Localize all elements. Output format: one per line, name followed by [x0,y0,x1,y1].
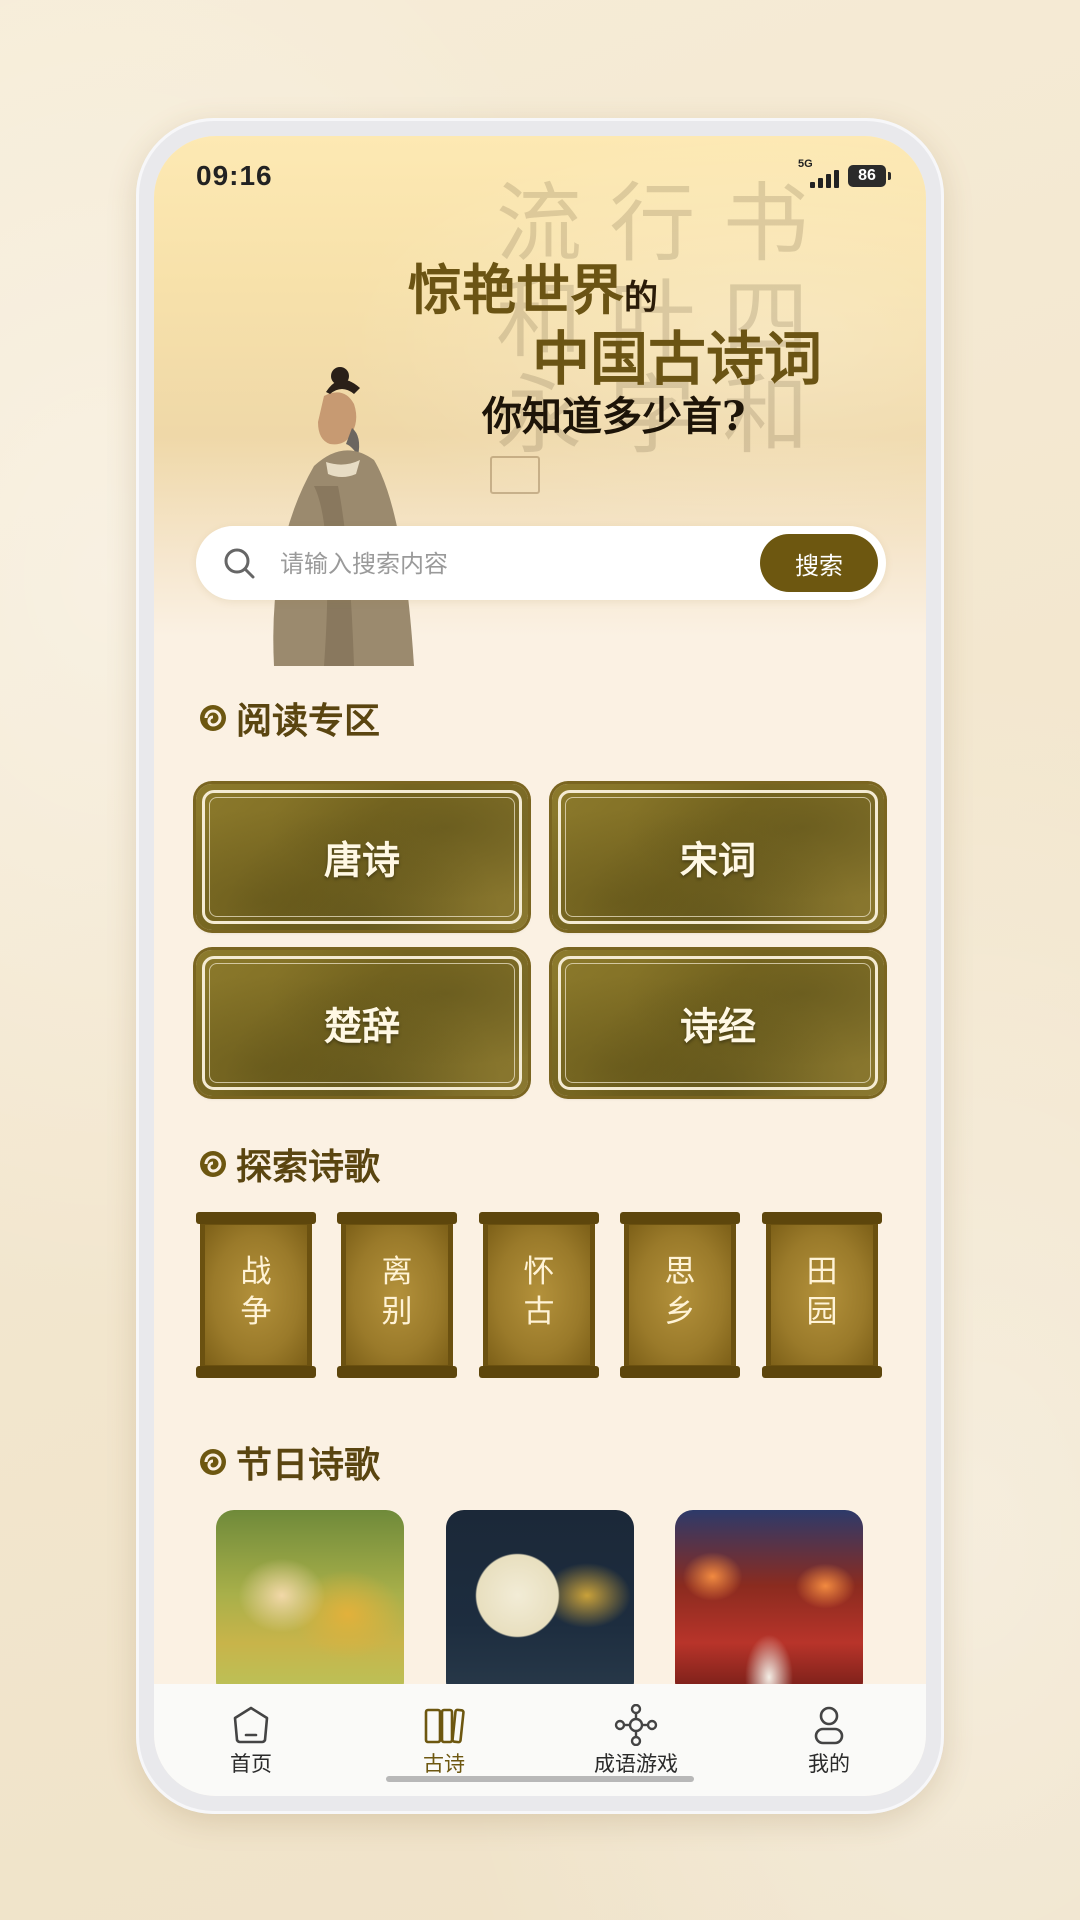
festival-card-lantern[interactable] [675,1510,863,1700]
phone-frame: 流 行 书和 叶 四永 字 和 09:16 5G 86 惊艳世界的 中国古诗词 … [136,118,944,1814]
cloud-swirl-icon [200,705,226,731]
hero-banner: 流 行 书和 叶 四永 字 和 09:16 5G 86 惊艳世界的 中国古诗词 … [154,136,926,666]
festival-card-mid-autumn[interactable] [446,1510,634,1700]
search-input[interactable] [278,542,742,586]
app-screen: 流 行 书和 叶 四永 字 和 09:16 5G 86 惊艳世界的 中国古诗词 … [154,136,926,1796]
network-type: 5G [798,158,813,170]
status-icons: 5G 86 [798,158,891,190]
home-indicator [386,1776,694,1782]
reading-section-title: 阅读专区 [236,701,381,742]
tile-label: 唐诗 [323,837,400,883]
scroll-pastoral[interactable]: 田园 [762,1212,882,1378]
tab-idiom-game[interactable]: 成语游戏 [561,1704,711,1778]
scroll-label: 思乡 [664,1254,696,1330]
signal-icon: 5G [798,158,840,190]
tab-home[interactable]: 首页 [176,1704,326,1778]
scroll-homesick[interactable]: 思乡 [620,1212,740,1378]
tab-ancient-poems[interactable]: 古诗 [369,1704,519,1778]
book-icon [424,1708,465,1744]
scroll-label: 离别 [381,1254,413,1330]
festival-section-header: 节日诗歌 [196,1436,380,1488]
status-time: 09:16 [196,160,273,191]
search-button[interactable]: 搜索 [760,534,878,592]
tab-profile[interactable]: 我的 [754,1704,904,1778]
user-icon [814,1706,844,1745]
tab-label: 我的 [808,1752,850,1776]
search-icon [224,548,255,579]
scroll-label: 怀古 [523,1254,555,1330]
scroll-label: 田园 [806,1254,838,1330]
cloud-swirl-icon [200,1151,226,1177]
cloud-swirl-icon [200,1449,226,1475]
battery-icon: 86 [848,165,891,187]
scroll-label: 战争 [240,1254,272,1330]
tab-label: 古诗 [423,1752,465,1776]
headline-line-3: 你知道多少首? [482,393,746,440]
tile-tang-poetry[interactable]: 唐诗 [196,784,528,930]
reading-section-header: 阅读专区 [196,692,380,744]
scroll-war[interactable]: 战争 [196,1212,316,1378]
seal-stamp [490,456,540,494]
scroll-farewell[interactable]: 离别 [337,1212,457,1378]
tab-label: 成语游戏 [594,1752,678,1776]
search-bar: 搜索 [196,526,886,600]
explore-section-title: 探索诗歌 [236,1147,381,1188]
festival-card-qingming[interactable] [216,1510,404,1700]
explore-section-header: 探索诗歌 [196,1138,380,1190]
scroll-nostalgia-past[interactable]: 怀古 [479,1212,599,1378]
tile-book-of-songs[interactable]: 诗经 [552,950,884,1096]
tile-song-ci[interactable]: 宋词 [552,784,884,930]
tile-label: 宋词 [679,837,756,883]
tile-label: 诗经 [679,1003,756,1049]
tab-label: 首页 [230,1752,272,1776]
network-icon [614,1704,658,1746]
tile-label: 楚辞 [323,1003,400,1049]
festival-section-title: 节日诗歌 [236,1445,381,1486]
tile-chu-ci[interactable]: 楚辞 [196,950,528,1096]
home-icon [233,1706,269,1744]
poet-illustration [273,367,414,666]
